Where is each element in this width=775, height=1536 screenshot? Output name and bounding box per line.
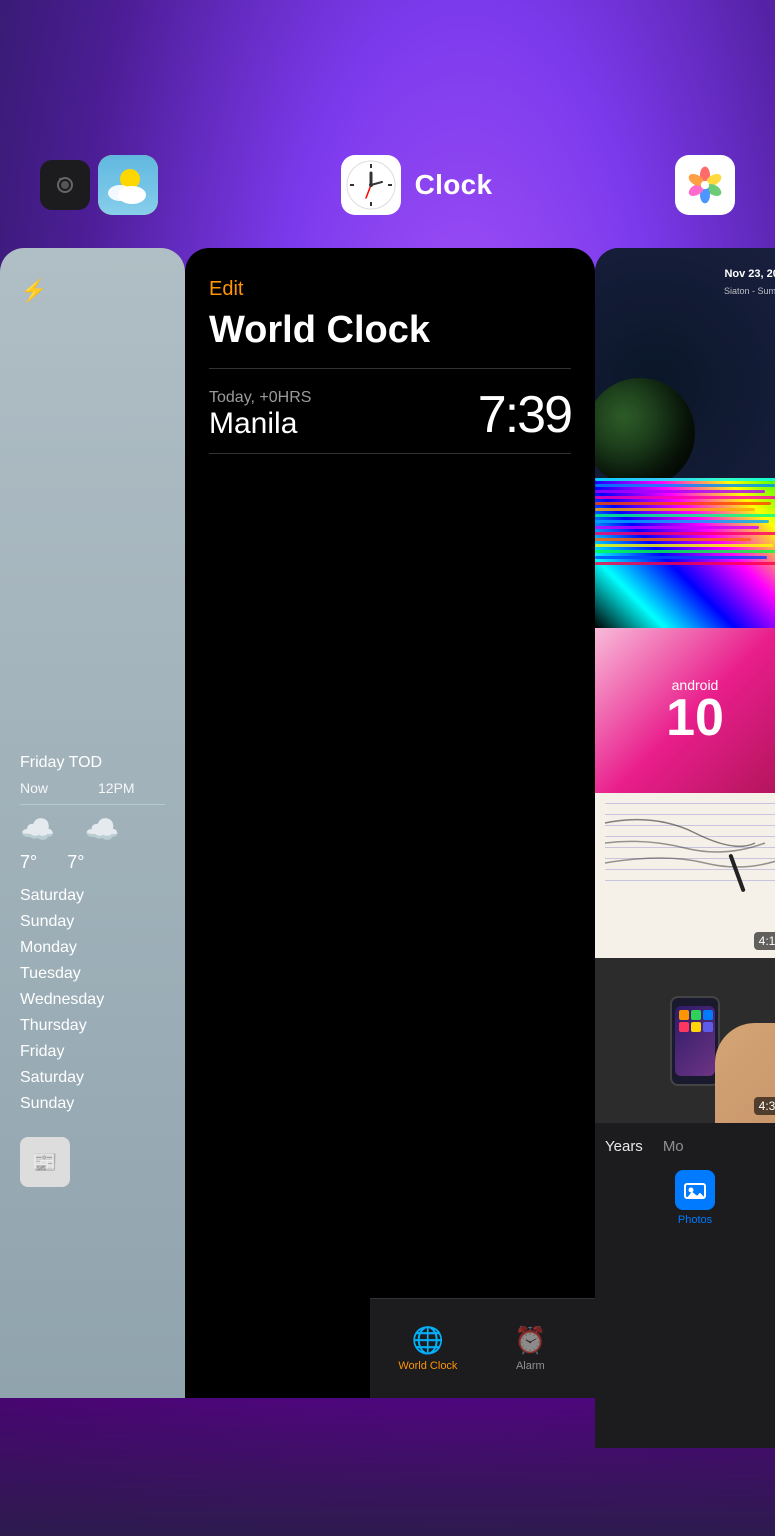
photos-tab-years[interactable]: Years [605, 1138, 643, 1155]
clock-offset: Today, +0HRS [209, 389, 311, 407]
photo-date-overlay: Nov 23, 201 [724, 268, 775, 280]
android-number: 10 [666, 689, 724, 747]
photos-icon-box [675, 1170, 715, 1210]
clock-card[interactable]: Edit World Clock Today, +0HRS Manila 7:3… [185, 248, 595, 1398]
world-clock-icon: 🌐 [412, 1325, 444, 1356]
android-text: android 10 [666, 678, 724, 744]
photo-timestamp-2: 4:36 [754, 1097, 775, 1115]
earth-sphere [595, 378, 695, 478]
list-item: Wednesday [20, 987, 165, 1013]
temp-noon: 7° [67, 852, 84, 873]
photos-tab-mo[interactable]: Mo [663, 1138, 684, 1155]
photos-bottom-bar: Years Mo Photos [595, 1123, 775, 1241]
edit-button[interactable]: Edit [209, 278, 571, 301]
cloud-icon-1: ☁️ [20, 813, 55, 846]
temp-now: 7° [20, 852, 37, 873]
left-icons-cluster [40, 155, 158, 215]
clock-tab-bar: 🌐 World Clock ⏰ Alarm 🛏 Bedtime ⏱ Stopwa… [370, 1298, 595, 1398]
photo-location-overlay: Siaton - Sumaliri [724, 286, 775, 296]
space-bg: Nov 23, 201 Siaton - Sumaliri [595, 248, 775, 478]
list-item: Saturday [20, 883, 165, 909]
camera-app-icon[interactable] [40, 160, 90, 210]
divider-2 [209, 453, 571, 454]
cards-container: ⚡ Friday TOD Now 12PM ☁️ ☁️ 7° 7° [0, 248, 775, 1536]
small-phone [670, 996, 720, 1086]
weather-days-header: Friday TOD [20, 754, 165, 772]
divider [209, 368, 571, 369]
alarm-icon: ⏰ [514, 1325, 546, 1356]
photos-card[interactable]: Nov 23, 201 Siaton - Sumaliri Nov 23, 20… [595, 248, 775, 1448]
newspaper-icon: 📰 [20, 1137, 70, 1187]
list-item: Monday [20, 935, 165, 961]
photos-app-icon[interactable] [675, 155, 735, 215]
list-item: Sunday [20, 1091, 165, 1117]
photo-timestamp-1: 4:17 [754, 932, 775, 950]
list-item: Sunday [20, 909, 165, 935]
weather-time-row: Now 12PM [20, 780, 165, 805]
photo-panel-notebook: 4:17 [595, 793, 775, 958]
tab-world-clock-label: World Clock [398, 1360, 457, 1372]
clock-app-label: Clock [415, 169, 493, 201]
weather-cloud-row: ☁️ ☁️ [20, 813, 165, 846]
weather-app-icon[interactable] [98, 155, 158, 215]
photos-bottom-tab[interactable]: Photos [605, 1170, 775, 1226]
clock-time: 7:39 [478, 385, 571, 445]
weather-day-list: Saturday Sunday Monday Tuesday Wednesday… [20, 883, 165, 1117]
photos-active-tab-label: Photos [678, 1214, 712, 1226]
list-item: Friday [20, 1039, 165, 1065]
list-item: Thursday [20, 1013, 165, 1039]
photo-panel-android: android 10 [595, 628, 775, 793]
cloud-icon-2: ☁️ [85, 813, 120, 846]
weather-card[interactable]: ⚡ Friday TOD Now 12PM ☁️ ☁️ 7° 7° [0, 248, 185, 1398]
clock-city: Manila [209, 407, 311, 441]
clock-app-header: Clock [341, 155, 493, 215]
photos-tabs-row: Years Mo [605, 1138, 775, 1155]
photo-panel-neon [595, 478, 775, 628]
tab-alarm[interactable]: ⏰ Alarm [514, 1325, 546, 1372]
world-clock-title: World Clock [209, 309, 571, 352]
top-icons-row: Clock [0, 155, 775, 215]
photo-panel-earth: Nov 23, 201 Siaton - Sumaliri Nov 23, 20… [595, 248, 775, 478]
photo-panel-phone: 4:36 [595, 958, 775, 1123]
tab-alarm-label: Alarm [516, 1360, 545, 1372]
tab-world-clock[interactable]: 🌐 World Clock [398, 1325, 457, 1372]
weather-temp-row: 7° 7° [20, 852, 165, 873]
list-item: Saturday [20, 1065, 165, 1091]
clock-entry-manila: Today, +0HRS Manila 7:39 [209, 385, 571, 445]
clock-app-icon[interactable] [341, 155, 401, 215]
list-item: Tuesday [20, 961, 165, 987]
weather-lightning-icon: ⚡ [20, 278, 165, 304]
